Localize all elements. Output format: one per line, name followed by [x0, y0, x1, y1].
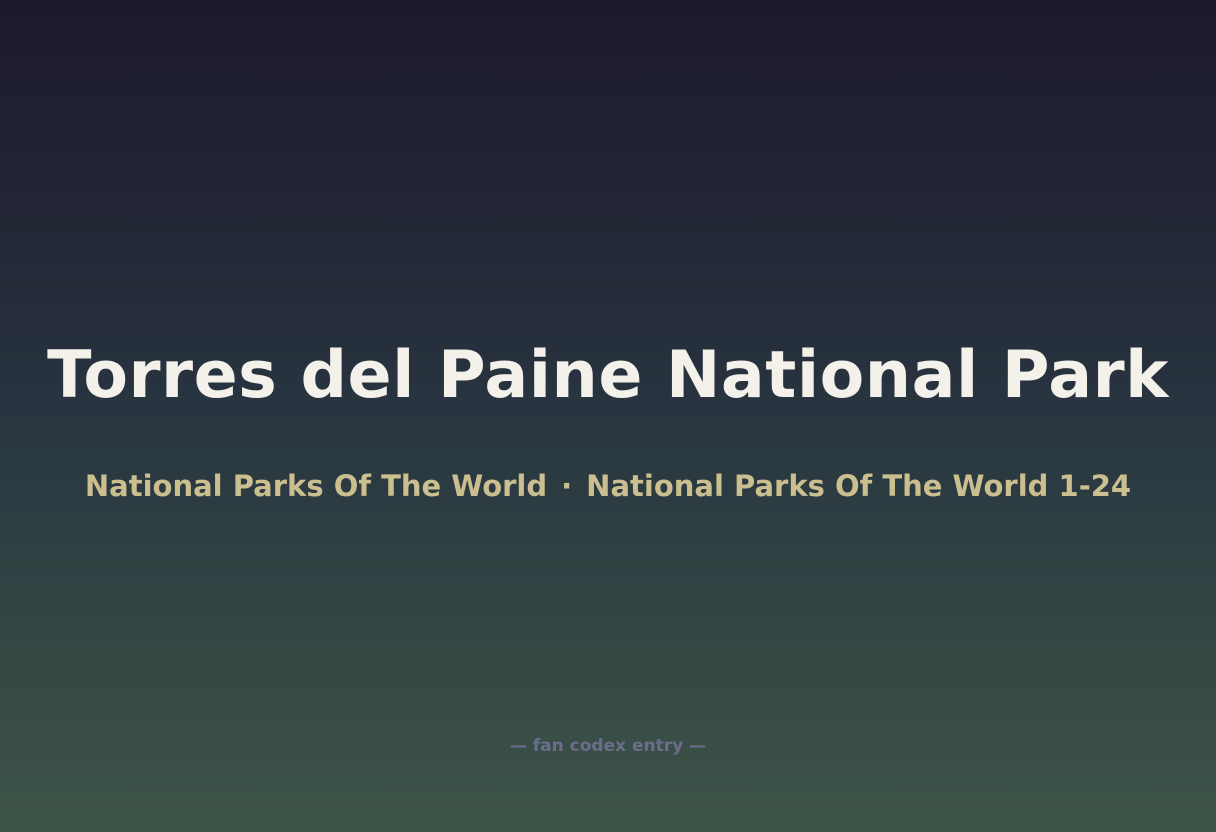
page-title: Torres del Paine National Park	[47, 338, 1169, 413]
set-name: National Parks Of The World 1-24	[586, 469, 1132, 503]
footer-caption: — fan codex entry —	[509, 736, 707, 756]
subtitle: National Parks Of The World · National Par…	[0, 466, 1216, 506]
subtitle-separator: ·	[561, 469, 573, 503]
series-name: National Parks Of The World	[84, 469, 548, 503]
